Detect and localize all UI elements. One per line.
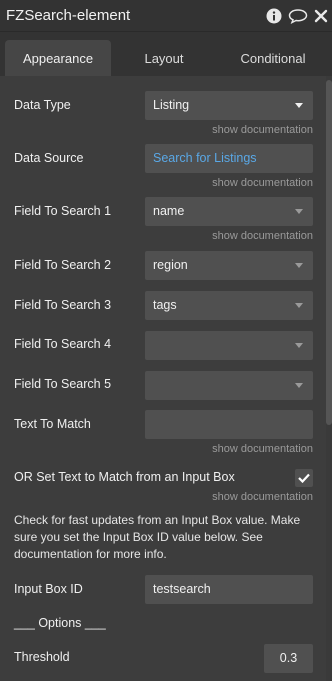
text-to-match-doc-link[interactable]: show documentation (212, 443, 313, 455)
field-search-1-value: name (153, 204, 185, 218)
chevron-down-icon (295, 263, 303, 268)
field-search-3-value: tags (153, 298, 177, 312)
title-bar: FZSearch-element (0, 0, 332, 32)
tab-layout[interactable]: Layout (111, 40, 217, 76)
chevron-down-icon (295, 209, 303, 214)
field-search-2-label: Field To Search 2 (14, 258, 112, 272)
text-to-match-label: Text To Match (14, 417, 91, 431)
scrollbar-thumb[interactable] (326, 80, 332, 425)
data-source-doc-link[interactable]: show documentation (212, 177, 313, 189)
data-source-expression[interactable]: Search for Listings (145, 144, 313, 173)
field-search-5-dropdown[interactable] (145, 371, 313, 400)
field-search-2-value: region (153, 258, 188, 272)
chevron-down-icon (295, 343, 303, 348)
data-source-label: Data Source (14, 151, 84, 165)
tab-conditional[interactable]: Conditional (217, 40, 329, 76)
title-bar-icons (266, 8, 332, 24)
input-box-help-text: Check for fast updates from an Input Box… (14, 513, 301, 561)
window-title: FZSearch-element (6, 7, 131, 24)
field-search-3-dropdown[interactable]: tags (145, 291, 313, 320)
chevron-down-icon (295, 303, 303, 308)
input-box-doc-link[interactable]: show documentation (212, 491, 313, 503)
text-to-match-input[interactable] (145, 410, 313, 439)
field-search-1-label: Field To Search 1 (14, 204, 112, 218)
field-search-5-label: Field To Search 5 (14, 377, 112, 391)
threshold-input[interactable]: 0.3 (264, 644, 313, 673)
input-box-checkbox[interactable] (295, 469, 313, 487)
tab-appearance[interactable]: Appearance (5, 40, 111, 76)
data-type-label: Data Type (14, 98, 71, 112)
options-section-header: ___ Options ___ (14, 616, 106, 630)
checkmark-icon (298, 473, 310, 483)
input-box-id-label: Input Box ID (14, 582, 83, 596)
tab-bar: Appearance Layout Conditional (0, 32, 332, 76)
input-box-toggle-label: OR Set Text to Match from an Input Box (14, 470, 235, 484)
field-search-3-label: Field To Search 3 (14, 298, 112, 312)
close-icon[interactable] (314, 9, 328, 23)
input-box-id-input[interactable]: testsearch (145, 575, 313, 604)
data-type-value: Listing (153, 98, 190, 112)
data-type-doc-link[interactable]: show documentation (212, 124, 313, 136)
field-search-2-dropdown[interactable]: region (145, 251, 313, 280)
chevron-down-icon (295, 383, 303, 388)
field-search-4-label: Field To Search 4 (14, 337, 112, 351)
threshold-label: Threshold (14, 650, 70, 664)
field-search-1-doc-link[interactable]: show documentation (212, 230, 313, 242)
info-icon[interactable] (266, 8, 282, 24)
field-search-1-dropdown[interactable]: name (145, 197, 313, 226)
comment-icon[interactable] (288, 8, 308, 24)
chevron-down-icon (295, 103, 303, 108)
field-search-4-dropdown[interactable] (145, 331, 313, 360)
data-type-dropdown[interactable]: Listing (145, 91, 313, 120)
